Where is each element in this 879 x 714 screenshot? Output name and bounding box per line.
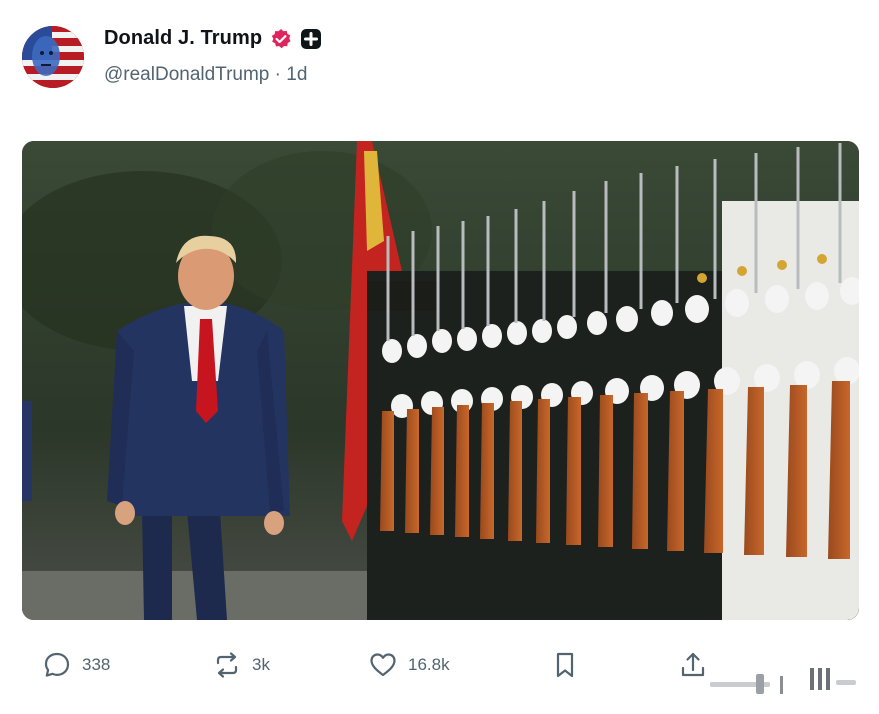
reply-button[interactable]: 338 xyxy=(42,650,110,680)
repost-count: 3k xyxy=(252,655,270,674)
post: Donald J. Trump @realDonaldTrump · 1d 33… xyxy=(0,0,879,714)
repost-icon xyxy=(216,652,238,678)
time-separator: · xyxy=(274,64,281,85)
reply-icon xyxy=(44,652,70,677)
repost-button[interactable]: 3k xyxy=(212,650,270,680)
post-time[interactable]: 1d xyxy=(286,64,307,85)
post-photo[interactable] xyxy=(22,141,859,620)
bookmark-icon xyxy=(556,652,574,678)
avatar-image xyxy=(22,26,84,88)
avatar[interactable] xyxy=(22,26,84,88)
bookmark-button[interactable] xyxy=(550,650,580,680)
photo-illustration xyxy=(22,141,859,620)
watermark-graphic xyxy=(710,668,856,694)
author-handle[interactable]: @realDonaldTrump xyxy=(104,64,269,85)
heart-icon xyxy=(370,653,396,677)
like-count: 16.8k xyxy=(408,655,450,674)
reply-count: 338 xyxy=(82,655,111,674)
like-button[interactable]: 16.8k xyxy=(368,650,450,680)
verified-badge-icon xyxy=(270,28,292,50)
author-handle-row: @realDonaldTrump · 1d xyxy=(104,64,307,86)
author-display-name[interactable]: Donald J. Trump xyxy=(104,27,262,50)
premium-plus-icon xyxy=(300,28,322,50)
author-name-row: Donald J. Trump xyxy=(104,27,322,50)
